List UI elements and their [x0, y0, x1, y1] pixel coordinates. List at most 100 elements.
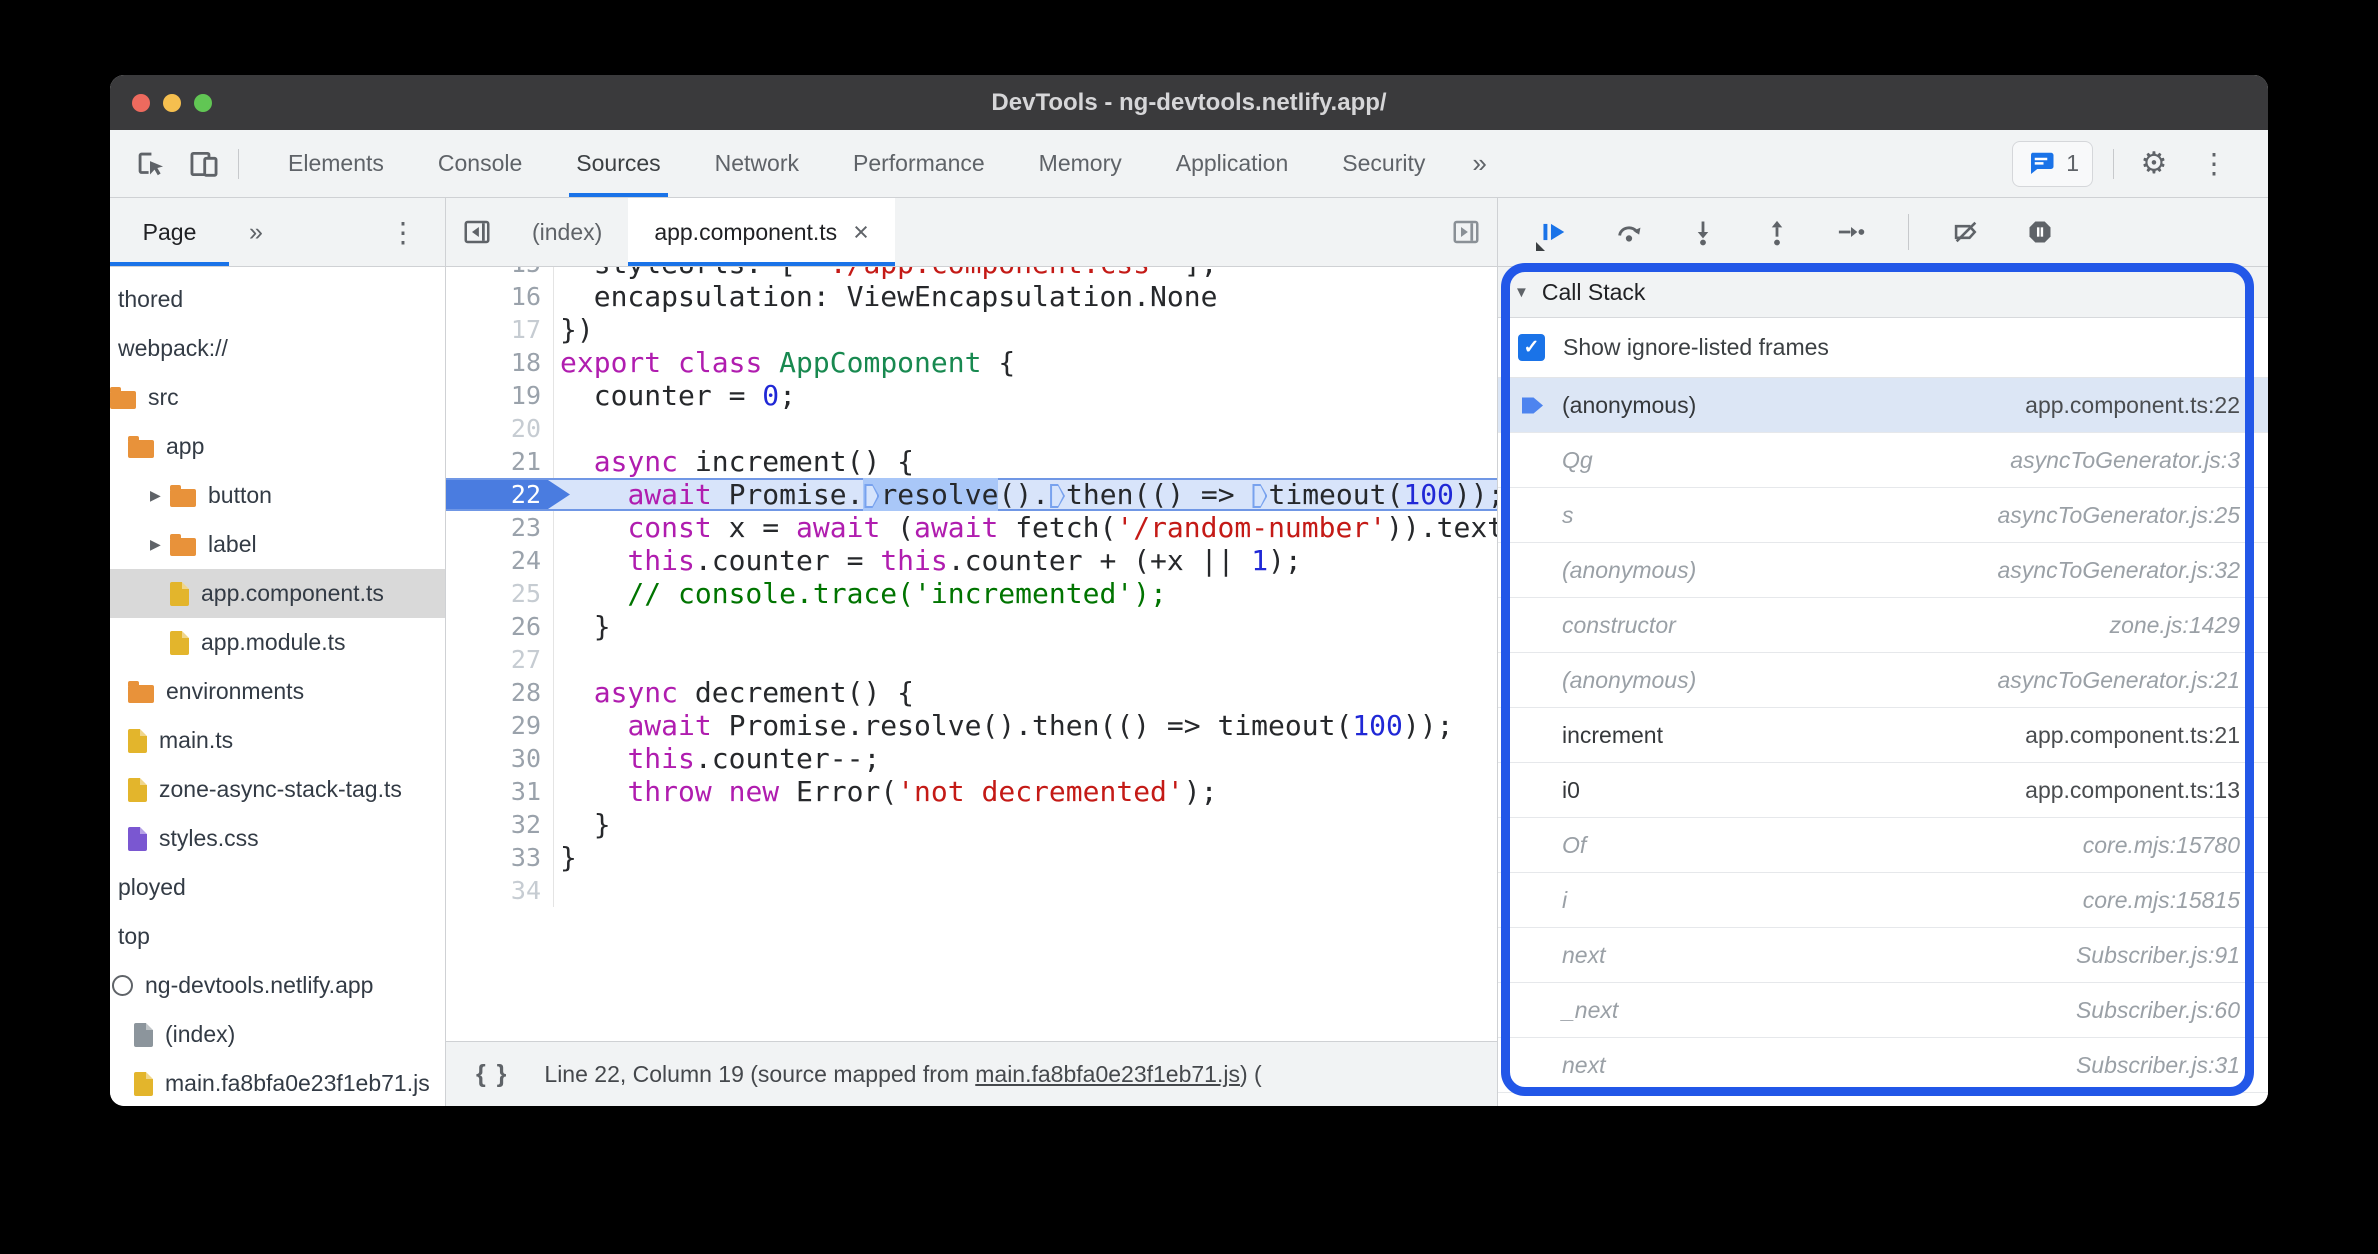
frame-location[interactable]: core.mjs:15815	[2083, 887, 2240, 914]
close-window-button[interactable]	[132, 93, 150, 112]
code-text[interactable]: }	[554, 841, 1497, 874]
pause-on-exceptions-icon[interactable]	[2021, 213, 2059, 251]
line-number[interactable]: 24	[446, 544, 554, 577]
editor-tab-app-component-ts[interactable]: app.component.ts ×	[628, 198, 895, 266]
source-map-link[interactable]: main.fa8bfa0e23f1eb71.js	[975, 1061, 1240, 1088]
call-stack-frame[interactable]: i core.mjs:15815	[1498, 873, 2268, 928]
tree-item-label[interactable]: ▶ label	[110, 520, 445, 569]
deactivate-breakpoints-icon[interactable]	[1947, 213, 1985, 251]
tree-item-app[interactable]: app	[110, 422, 445, 471]
tree-item-ng-devtools-netlify-app[interactable]: ng-devtools.netlify.app	[110, 961, 445, 1010]
chevron-right-icon[interactable]: ▶	[150, 536, 170, 553]
frame-location[interactable]: asyncToGenerator.js:21	[1998, 667, 2241, 694]
call-stack-frame[interactable]: Of core.mjs:15780	[1498, 818, 2268, 873]
tab-elements[interactable]: Elements	[261, 130, 411, 197]
code-text[interactable]: this.counter--;	[554, 742, 1497, 775]
format-code-icon[interactable]: { }	[476, 1060, 508, 1089]
call-stack-frame[interactable]: (anonymous) asyncToGenerator.js:32	[1498, 543, 2268, 598]
code-text[interactable]: async decrement() {	[554, 676, 1497, 709]
code-text[interactable]: await Promise.resolve().then(() => timeo…	[554, 478, 1497, 511]
call-stack-frame[interactable]: (anonymous) app.component.ts:22	[1498, 378, 2268, 433]
tab-console[interactable]: Console	[411, 130, 549, 197]
code-text[interactable]: const x = await (await fetch('/random-nu…	[554, 511, 1497, 544]
tree-item-main-fa8bfa0e23f1eb71-js[interactable]: main.fa8bfa0e23f1eb71.js	[110, 1059, 445, 1106]
line-number[interactable]: 19	[446, 379, 554, 412]
inspect-icon[interactable]	[130, 144, 170, 184]
line-number[interactable]: 23	[446, 511, 554, 544]
line-number[interactable]: 27	[446, 643, 554, 676]
tab-memory[interactable]: Memory	[1012, 130, 1149, 197]
line-number[interactable]: 17	[446, 313, 554, 346]
call-stack-frame[interactable]: (anonymous) asyncToGenerator.js:21	[1498, 653, 2268, 708]
more-navigator-tabs-button[interactable]: »	[249, 218, 263, 247]
more-tabs-button[interactable]: »	[1452, 130, 1506, 197]
line-number[interactable]: 26	[446, 610, 554, 643]
step-over-icon[interactable]	[1610, 213, 1648, 251]
code-text[interactable]: counter = 0;	[554, 379, 1497, 412]
code-text[interactable]: // console.trace('incremented');	[554, 577, 1497, 610]
line-number[interactable]: 25	[446, 577, 554, 610]
editor-tab-index[interactable]: (index)	[506, 198, 628, 266]
device-toolbar-icon[interactable]	[184, 144, 224, 184]
code-text[interactable]: }	[554, 808, 1497, 841]
tree-item-main-ts[interactable]: main.ts	[110, 716, 445, 765]
navigator-kebab-menu-icon[interactable]: ⋮	[389, 216, 417, 249]
async-step-marker[interactable]	[1050, 484, 1066, 508]
step-into-icon[interactable]	[1684, 213, 1722, 251]
frame-location[interactable]: app.component.ts:21	[2025, 722, 2240, 749]
code-text[interactable]: }	[554, 610, 1497, 643]
code-text[interactable]	[554, 643, 1497, 676]
line-number[interactable]: 29	[446, 709, 554, 742]
line-number[interactable]: 18	[446, 346, 554, 379]
frame-location[interactable]: Subscriber.js:91	[2076, 942, 2240, 969]
async-step-marker[interactable]	[864, 484, 880, 508]
call-stack-frame[interactable]: next Subscriber.js:91	[1498, 928, 2268, 983]
code-text[interactable]: encapsulation: ViewEncapsulation.None	[554, 280, 1497, 313]
chevron-right-icon[interactable]: ▶	[150, 487, 170, 504]
line-number[interactable]: 16	[446, 280, 554, 313]
frame-location[interactable]: zone.js:1429	[2110, 612, 2240, 639]
hide-navigator-icon[interactable]	[462, 216, 492, 248]
tree-item-app-component-ts[interactable]: app.component.ts	[110, 569, 445, 618]
code-text[interactable]: this.counter = this.counter + (+x || 1);	[554, 544, 1497, 577]
tab-network[interactable]: Network	[688, 130, 826, 197]
call-stack-frame[interactable]: Qg asyncToGenerator.js:3	[1498, 433, 2268, 488]
code-text[interactable]: export class AppComponent {	[554, 346, 1497, 379]
line-number[interactable]: 20	[446, 412, 554, 445]
code-text[interactable]: styleUrls: [ './app.component.css' ],	[554, 267, 1497, 280]
call-stack-frame[interactable]: next Subscriber.js:31	[1498, 1038, 2268, 1093]
step-out-icon[interactable]	[1758, 213, 1796, 251]
tree-item-thored[interactable]: thored	[110, 275, 445, 324]
frame-location[interactable]: asyncToGenerator.js:3	[2010, 447, 2240, 474]
call-stack-frame[interactable]: increment app.component.ts:21	[1498, 708, 2268, 763]
line-number[interactable]: 21	[446, 445, 554, 478]
step-icon[interactable]	[1832, 213, 1870, 251]
line-number[interactable]: 15	[446, 267, 554, 280]
kebab-menu-icon[interactable]: ⋮	[2194, 144, 2234, 184]
tree-item-environments[interactable]: environments	[110, 667, 445, 716]
line-number[interactable]: 31	[446, 775, 554, 808]
frame-location[interactable]: app.component.ts:13	[2025, 777, 2240, 804]
tab-security[interactable]: Security	[1315, 130, 1452, 197]
line-number[interactable]: 30	[446, 742, 554, 775]
code-text[interactable]: throw new Error('not decremented');	[554, 775, 1497, 808]
call-stack-frame[interactable]: s asyncToGenerator.js:25	[1498, 488, 2268, 543]
frame-location[interactable]: asyncToGenerator.js:32	[1998, 557, 2241, 584]
code-text[interactable]	[554, 412, 1497, 445]
frame-location[interactable]: core.mjs:15780	[2083, 832, 2240, 859]
issues-counter[interactable]: 1	[2012, 140, 2093, 187]
code-editor[interactable]: 15 styleUrls: [ './app.component.css' ],…	[446, 267, 1497, 1041]
call-stack-frame[interactable]: constructor zone.js:1429	[1498, 598, 2268, 653]
call-stack-frame[interactable]: i0 app.component.ts:13	[1498, 763, 2268, 818]
tree-item-ployed[interactable]: ployed	[110, 863, 445, 912]
line-number[interactable]: 22	[446, 478, 570, 511]
tab-performance[interactable]: Performance	[826, 130, 1012, 197]
frame-location[interactable]: Subscriber.js:60	[2076, 997, 2240, 1024]
tree-item-app-module-ts[interactable]: app.module.ts	[110, 618, 445, 667]
call-stack-section-header[interactable]: ▼ Call Stack	[1498, 267, 2268, 318]
tab-application[interactable]: Application	[1149, 130, 1316, 197]
tree-item-top[interactable]: top	[110, 912, 445, 961]
async-step-marker[interactable]	[1252, 484, 1268, 508]
tree-item-zone-async-stack-tag-ts[interactable]: zone-async-stack-tag.ts	[110, 765, 445, 814]
call-stack-frame[interactable]: _next Subscriber.js:60	[1498, 983, 2268, 1038]
